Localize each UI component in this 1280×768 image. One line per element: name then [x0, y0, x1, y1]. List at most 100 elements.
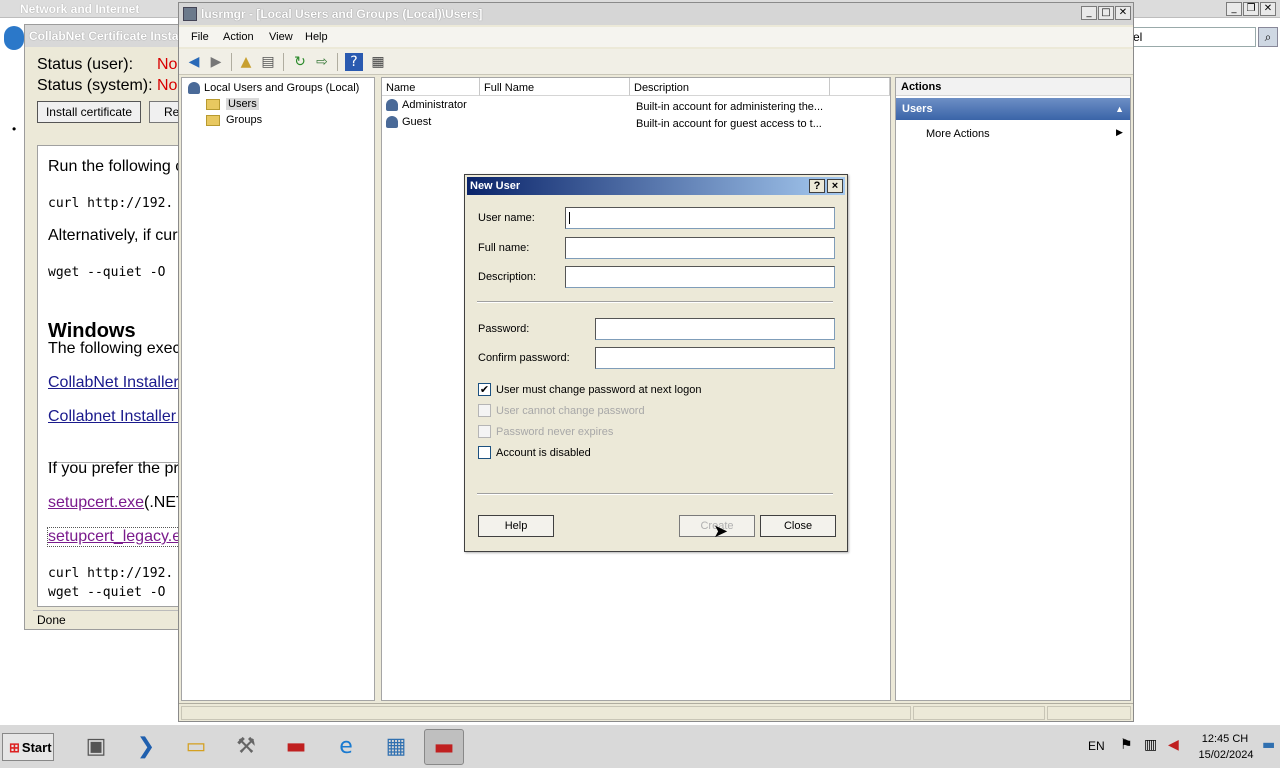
- column-header-description[interactable]: Description: [630, 78, 830, 96]
- toolbar-separator: [283, 53, 284, 71]
- actions-header: Actions: [896, 78, 1130, 96]
- collabnet-installer-alt-link[interactable]: Collabnet Installer (: [48, 408, 180, 426]
- up-folder-icon[interactable]: ▲: [237, 53, 255, 71]
- password-never-expires-checkbox[interactable]: [478, 425, 491, 438]
- tree-item-groups[interactable]: Groups: [206, 114, 262, 126]
- actions-users-section[interactable]: Users ▲: [896, 98, 1130, 120]
- alternative-text: Alternatively, if curl: [48, 227, 181, 244]
- setupcert-suffix: (.NET: [144, 494, 180, 511]
- back-arrow-icon[interactable]: [4, 26, 24, 50]
- lusrmgr-status-bar: [179, 703, 1133, 721]
- toolbar-separator: [337, 53, 338, 71]
- internet-explorer-icon[interactable]: e: [326, 729, 366, 765]
- back-icon[interactable]: ◀: [185, 53, 203, 71]
- restore-button[interactable]: ❐: [1243, 2, 1259, 16]
- password-input[interactable]: [595, 318, 835, 340]
- search-input[interactable]: el: [1128, 27, 1256, 47]
- menu-action[interactable]: Action: [223, 31, 254, 43]
- collabnet-installer-link[interactable]: CollabNet Installer: [48, 374, 179, 392]
- fullname-input[interactable]: [565, 237, 835, 259]
- table-row[interactable]: Administrator: [386, 99, 467, 112]
- folder-icon: [206, 98, 220, 110]
- status-system-label: Status (system):: [37, 77, 153, 94]
- column-header-full-name[interactable]: Full Name: [480, 78, 630, 96]
- menu-help[interactable]: Help: [305, 31, 328, 43]
- close-button[interactable]: Close: [760, 515, 836, 537]
- start-button[interactable]: ⊞ Start: [2, 733, 54, 761]
- fullname-label: Full name:: [478, 242, 530, 254]
- status-user-label: Status (user):: [37, 56, 134, 73]
- menu-view[interactable]: View: [269, 31, 293, 43]
- server-manager-icon[interactable]: ▣: [76, 729, 116, 765]
- username-input[interactable]: [565, 207, 835, 229]
- clock-date[interactable]: 15/02/2024: [1196, 749, 1256, 761]
- minimize-button[interactable]: _: [1081, 6, 1097, 20]
- explorer-icon[interactable]: ▭: [176, 729, 216, 765]
- status-user-value: No: [157, 56, 178, 73]
- wget-command-2: wget --quiet -O: [48, 585, 166, 600]
- collapse-icon[interactable]: ▲: [1115, 104, 1124, 114]
- maximize-button[interactable]: □: [1098, 6, 1114, 20]
- setupcert-legacy-link[interactable]: setupcert_legacy.e: [46, 527, 180, 547]
- row-name: Administrator: [402, 99, 467, 111]
- close-button[interactable]: ✕: [1260, 2, 1276, 16]
- description-input[interactable]: [565, 266, 835, 288]
- volume-muted-icon[interactable]: ◀: [1168, 737, 1179, 753]
- bullet-dot: •: [12, 122, 17, 136]
- toolbox-icon[interactable]: ▬: [276, 729, 316, 765]
- help-icon[interactable]: ?: [345, 53, 363, 71]
- actions-pane: Actions Users ▲ More Actions ▶: [895, 77, 1131, 701]
- text-caret: [569, 212, 570, 224]
- tree-item-users[interactable]: Users: [206, 98, 259, 110]
- toolbox-active-icon[interactable]: ▬: [424, 729, 464, 765]
- clock-time[interactable]: 12:45 CH: [1200, 733, 1250, 745]
- taskbar: ⊞ Start ▣ ❯ ▭ ⚒ ▬ e ▦ ▬ EN ⚑ ▥ ◀ 12:45 CH…: [0, 724, 1280, 768]
- menu-file[interactable]: File: [191, 31, 209, 43]
- account-disabled-label: Account is disabled: [496, 447, 591, 459]
- show-desktop-icon[interactable]: ▬: [1262, 737, 1275, 753]
- forward-icon[interactable]: ▶: [207, 53, 225, 71]
- more-actions-item[interactable]: More Actions: [926, 128, 990, 140]
- close-icon[interactable]: ×: [827, 179, 843, 193]
- description-label: Description:: [478, 271, 537, 283]
- tree-root[interactable]: Local Users and Groups (Local): [188, 82, 360, 95]
- show-hide-action-pane-icon[interactable]: ▦: [369, 53, 387, 71]
- install-certificate-button[interactable]: Install certificate: [37, 101, 141, 123]
- password-label: Password:: [478, 323, 530, 335]
- confirm-password-input[interactable]: [595, 347, 835, 369]
- dialog-divider: [477, 493, 833, 495]
- search-icon[interactable]: ⌕: [1258, 27, 1278, 47]
- user-icon: [386, 99, 398, 112]
- language-indicator[interactable]: EN: [1088, 739, 1105, 753]
- collabnet-status-bar: Done: [33, 610, 181, 628]
- tree-root-label: Local Users and Groups (Local): [204, 82, 360, 94]
- export-list-icon[interactable]: ⇨: [313, 53, 331, 71]
- tree-item-users-label: Users: [226, 98, 259, 110]
- must-change-password-checkbox[interactable]: ✔: [478, 383, 491, 396]
- curl-command-2: curl http://192.: [48, 566, 174, 581]
- powershell-icon[interactable]: ❯: [126, 729, 166, 765]
- column-header-name[interactable]: Name: [382, 78, 480, 96]
- control-panel-icon[interactable]: ▦: [376, 729, 416, 765]
- tools-icon[interactable]: ⚒: [226, 729, 266, 765]
- refresh-icon[interactable]: ↻: [291, 53, 309, 71]
- setupcert-link[interactable]: setupcert.exe: [48, 494, 144, 512]
- network-icon[interactable]: ▥: [1144, 737, 1157, 753]
- flag-icon[interactable]: ⚑: [1120, 737, 1133, 753]
- table-row[interactable]: Guest: [386, 116, 432, 129]
- user-icon: [386, 116, 398, 129]
- close-button[interactable]: ✕: [1115, 6, 1131, 20]
- actions-section-label: Users: [902, 103, 933, 115]
- users-groups-icon: [188, 82, 200, 95]
- help-question-icon[interactable]: ?: [809, 179, 825, 193]
- minimize-button[interactable]: _: [1226, 2, 1242, 16]
- background-window-title: Network and Internet: [20, 2, 140, 16]
- submenu-arrow-icon: ▶: [1116, 127, 1123, 137]
- help-button[interactable]: Help: [478, 515, 554, 537]
- account-disabled-checkbox[interactable]: [478, 446, 491, 459]
- dialog-titlebar: New User ? ×: [467, 177, 845, 195]
- cannot-change-password-checkbox[interactable]: [478, 404, 491, 417]
- show-hide-tree-icon[interactable]: ▤: [259, 53, 277, 71]
- row-name: Guest: [402, 116, 432, 128]
- password-never-expires-label: Password never expires: [496, 426, 614, 438]
